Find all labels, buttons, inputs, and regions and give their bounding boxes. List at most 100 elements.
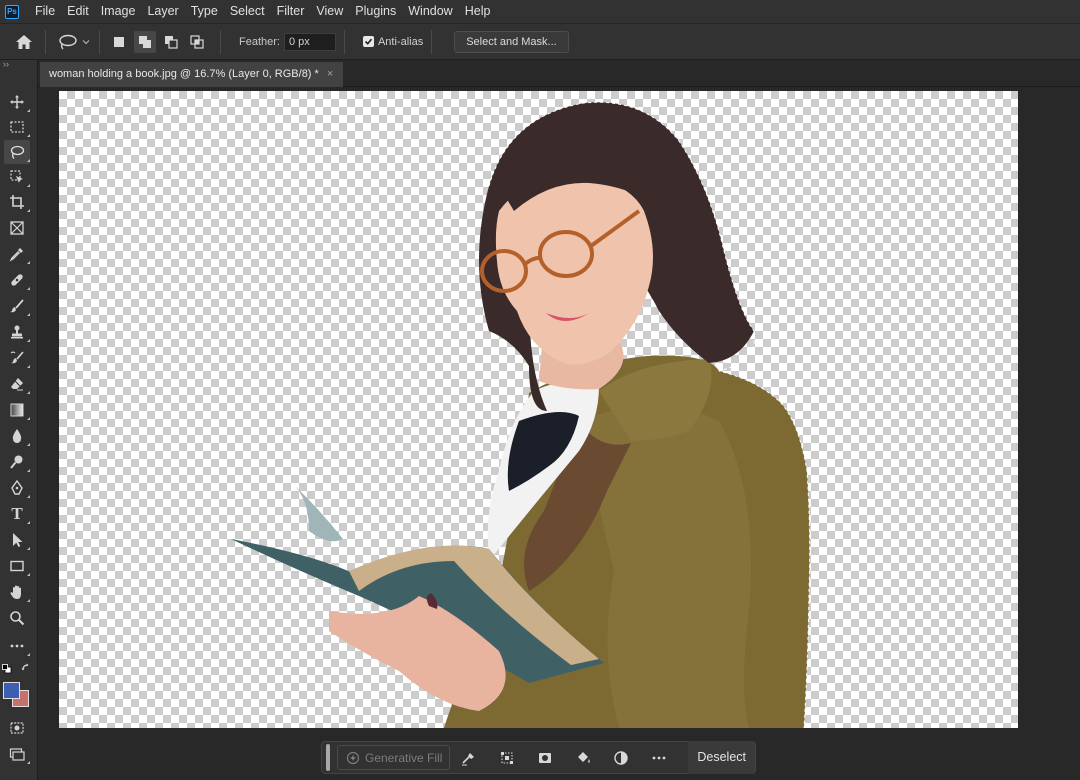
contextual-task-bar: Generative Fill Deselect: [321, 741, 756, 774]
type-tool-glyph: T: [11, 504, 23, 523]
intersect-selection-button[interactable]: [186, 31, 208, 53]
feather-label: Feather:: [239, 35, 280, 48]
fill-icon: [578, 751, 591, 763]
select-and-mask-button[interactable]: Select and Mask...: [454, 30, 569, 53]
tool-preset-picker[interactable]: [58, 34, 91, 50]
create-mask-button[interactable]: [526, 744, 564, 771]
more-options-button[interactable]: [640, 744, 678, 771]
dodge-icon: [10, 455, 23, 469]
swap-colors-icon[interactable]: [21, 663, 32, 674]
transform-selection-button[interactable]: [488, 744, 526, 771]
screen-mode-icon: [9, 748, 25, 761]
menu-edit[interactable]: Edit: [61, 0, 95, 23]
feather-input[interactable]: 0 px: [283, 32, 336, 51]
divider: [220, 29, 221, 54]
divider: [343, 29, 345, 54]
magnifier-icon: [10, 611, 25, 626]
hand-icon: [10, 585, 21, 599]
quick-mask-button[interactable]: [4, 716, 30, 740]
eyedropper-icon: [9, 248, 23, 262]
gradient-tool[interactable]: [4, 398, 30, 422]
dodge-tool[interactable]: [4, 450, 30, 474]
object-selection-icon: [10, 170, 23, 183]
blur-tool[interactable]: [4, 424, 30, 448]
options-bar: Feather: 0 px Anti-alias Select and Mask…: [0, 23, 1080, 60]
marquee-icon: [10, 121, 24, 133]
crop-icon: [10, 195, 24, 209]
screen-mode-button[interactable]: [4, 742, 30, 766]
menu-window[interactable]: Window: [402, 0, 458, 23]
modify-selection-button[interactable]: [450, 744, 488, 771]
new-selection-button[interactable]: [108, 31, 130, 53]
canvas-area: [38, 88, 1080, 780]
lasso-tool[interactable]: [4, 140, 30, 164]
divider: [45, 29, 46, 54]
intersect-selection-icon: [190, 34, 204, 49]
anti-alias-label: Anti-alias: [377, 35, 424, 48]
history-brush-tool[interactable]: [4, 346, 30, 370]
deselect-button[interactable]: Deselect: [688, 741, 755, 774]
collapse-toolbar-button[interactable]: ››: [0, 60, 37, 70]
eyedropper-tool[interactable]: [4, 242, 30, 266]
tools-panel: ›› T: [0, 60, 38, 780]
edit-toolbar-button[interactable]: [4, 634, 30, 658]
menu-select[interactable]: Select: [224, 0, 271, 23]
default-colors-icon[interactable]: [2, 664, 12, 674]
menu-plugins[interactable]: Plugins: [349, 0, 402, 23]
eraser-tool[interactable]: [4, 372, 30, 396]
photoshop-logo[interactable]: Ps: [5, 4, 19, 19]
document-tabs: woman holding a book.jpg @ 16.7% (Layer …: [38, 60, 1080, 87]
quick-mask-icon: [10, 722, 24, 734]
menu-filter[interactable]: Filter: [271, 0, 311, 23]
menu-view[interactable]: View: [310, 0, 349, 23]
fill-selection-button[interactable]: [564, 744, 602, 771]
anti-alias-checkbox[interactable]: [362, 36, 374, 47]
ellipsis-icon: [10, 644, 24, 648]
lasso-icon: [59, 34, 77, 49]
invert-selection-button[interactable]: [602, 744, 640, 771]
path-selection-tool[interactable]: [4, 528, 30, 552]
type-tool[interactable]: T: [4, 502, 30, 526]
hand-tool[interactable]: [4, 580, 30, 604]
menu-image[interactable]: Image: [95, 0, 142, 23]
rectangular-marquee-tool[interactable]: [4, 115, 30, 139]
generative-fill-label: Generative Fill: [365, 750, 443, 765]
subtract-from-selection-button[interactable]: [160, 31, 182, 53]
divider: [431, 29, 433, 54]
zoom-tool[interactable]: [4, 606, 30, 630]
subtract-selection-icon: [165, 35, 178, 49]
menu-type[interactable]: Type: [185, 0, 224, 23]
taskbar-drag-handle[interactable]: [326, 744, 330, 771]
object-selection-tool[interactable]: [4, 165, 30, 189]
brush-tool[interactable]: [4, 294, 30, 318]
menu-file[interactable]: File: [29, 0, 61, 23]
healing-brush-tool[interactable]: [4, 268, 30, 292]
lasso-icon: [10, 145, 25, 159]
add-to-selection-button[interactable]: [134, 30, 156, 53]
foreground-color-swatch[interactable]: [3, 682, 20, 699]
arrow-pointer-icon: [13, 533, 23, 547]
menu-layer[interactable]: Layer: [141, 0, 184, 23]
document-canvas[interactable]: [59, 91, 1018, 728]
move-tool[interactable]: [4, 90, 30, 114]
close-tab-button[interactable]: ×: [327, 62, 333, 87]
checkmark-icon: [364, 38, 373, 45]
home-icon: [16, 34, 32, 49]
eraser-icon: [11, 378, 23, 391]
more-options-icon: [652, 756, 666, 759]
rectangle-icon: [10, 560, 24, 572]
generative-fill-button[interactable]: Generative Fill: [337, 745, 451, 770]
frame-tool[interactable]: [4, 216, 30, 240]
clone-stamp-tool[interactable]: [4, 320, 30, 344]
menu-help[interactable]: Help: [459, 0, 497, 23]
pen-tool[interactable]: [4, 476, 30, 500]
frame-icon: [10, 221, 24, 235]
mask-icon: [539, 752, 552, 763]
document-tab[interactable]: woman holding a book.jpg @ 16.7% (Layer …: [40, 62, 344, 87]
crop-tool[interactable]: [4, 190, 30, 214]
home-button[interactable]: [11, 29, 37, 55]
move-icon: [10, 95, 24, 109]
chevron-down-icon: [82, 39, 90, 44]
rectangle-tool[interactable]: [4, 554, 30, 578]
gradient-icon: [10, 403, 24, 417]
